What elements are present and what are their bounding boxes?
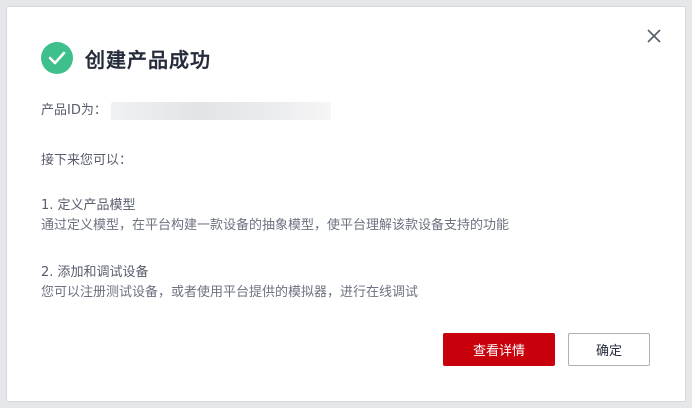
step-2-title: 2. 添加和调试设备 (41, 265, 149, 280)
step-1-description: 通过定义模型，在平台构建一款设备的抽象模型，使平台理解该款设备支持的功能 (41, 218, 510, 233)
close-icon[interactable] (645, 27, 663, 45)
confirm-button[interactable]: 确定 (568, 333, 650, 366)
step-1-title: 1. 定义产品模型 (41, 198, 136, 213)
check-circle-icon (41, 42, 73, 74)
view-details-button[interactable]: 查看详情 (443, 333, 555, 366)
product-id-row: 产品ID为： (41, 102, 331, 120)
dialog-header: 创建产品成功 (41, 42, 211, 74)
step-2-description: 您可以注册测试设备，或者使用平台提供的模拟器，进行在线调试 (41, 285, 419, 300)
success-dialog: 创建产品成功 产品ID为： 接下来您可以： 1. 定义产品模型 通过定义模型，在… (6, 6, 686, 402)
dialog-title: 创建产品成功 (85, 47, 211, 72)
product-id-value-redacted (110, 102, 331, 120)
product-id-label: 产品ID为： (41, 103, 107, 118)
next-steps-label: 接下来您可以： (41, 153, 133, 168)
